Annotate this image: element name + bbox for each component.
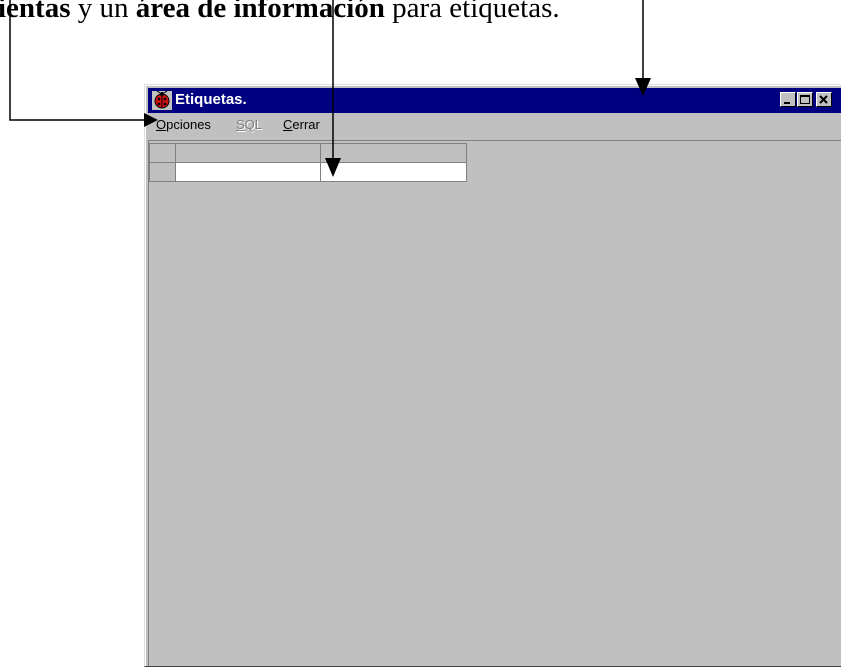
etiquetas-window: Etiquetas. Opciones SQL Cerrar xyxy=(144,84,841,667)
grid-column-header-1[interactable] xyxy=(175,143,321,163)
grid-header-row xyxy=(149,143,467,163)
caption-text: ientas y un área de información para eti… xyxy=(0,0,560,26)
app-icon xyxy=(152,90,172,110)
menu-cerrar[interactable]: Cerrar xyxy=(281,114,322,136)
grid-row-header[interactable] xyxy=(149,162,176,182)
grid-row xyxy=(149,162,467,182)
grid-column-header-2[interactable] xyxy=(320,143,467,163)
labels-grid xyxy=(149,143,467,182)
information-area xyxy=(148,140,841,666)
close-icon xyxy=(819,95,828,104)
grid-cell-2[interactable] xyxy=(320,162,467,182)
grid-corner-cell[interactable] xyxy=(149,143,176,163)
menu-bar: Opciones SQL Cerrar xyxy=(148,114,841,136)
caption-plain-2: para etiquetas. xyxy=(384,0,560,24)
menu-cerrar-label: errar xyxy=(292,117,320,132)
maximize-icon xyxy=(800,95,810,104)
minimize-icon xyxy=(784,102,790,104)
title-bar[interactable]: Etiquetas. xyxy=(148,88,841,113)
caption-bold-2: área de información xyxy=(135,0,385,24)
minimize-button[interactable] xyxy=(780,92,796,107)
menu-opciones-label: pciones xyxy=(166,117,211,132)
menu-opciones[interactable]: Opciones xyxy=(154,114,213,136)
window-title: Etiquetas. xyxy=(175,91,247,108)
menu-cerrar-mnemonic: C xyxy=(283,117,293,132)
caption-bold-1: ientas xyxy=(0,0,71,24)
menu-sql-mnemonic: S xyxy=(236,117,245,132)
maximize-button[interactable] xyxy=(797,92,813,107)
menu-sql-label: QL xyxy=(244,117,263,132)
menu-sql[interactable]: SQL xyxy=(234,114,264,136)
grid-cell-1[interactable] xyxy=(175,162,321,182)
arrow-to-title-bar xyxy=(635,0,651,96)
menu-opciones-mnemonic: O xyxy=(156,117,167,132)
caption-plain-1: y un xyxy=(70,0,136,24)
close-button[interactable] xyxy=(816,92,832,107)
